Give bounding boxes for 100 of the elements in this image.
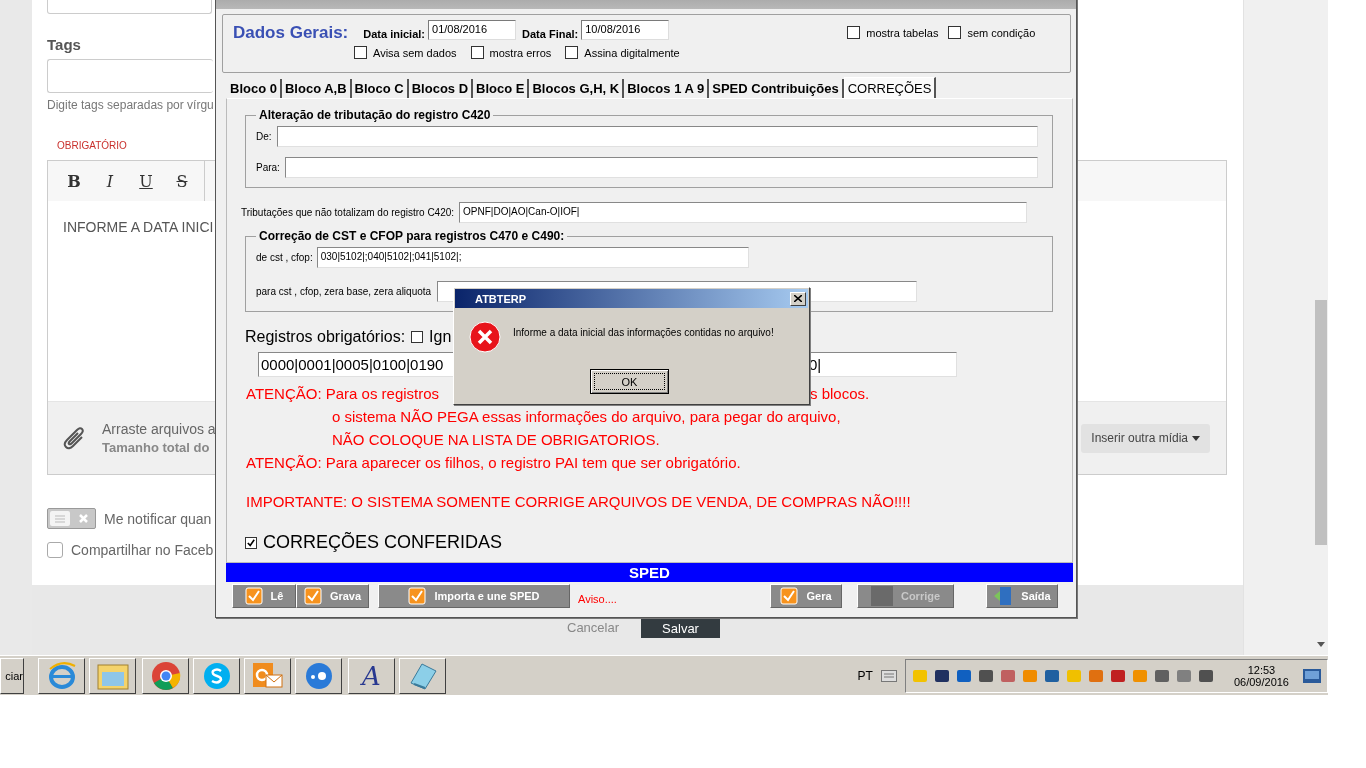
tab[interactable]: SPED Contribuições — [709, 79, 844, 98]
tags-hint: Digite tags separadas por vírgu — [47, 98, 215, 112]
date-field[interactable]: 10/08/2016 — [581, 20, 670, 40]
warning-text: ATENÇÃO: Para os registros — [246, 385, 440, 402]
warning-text: o sistema NÃO PEGA essas informações do arquivo, para pegar do arquivo, — [332, 408, 841, 425]
square-icon — [870, 586, 893, 606]
text-field[interactable]: 030|5102|;040|5102|;041|5102|; — [316, 247, 749, 268]
field-label: De: — [256, 131, 272, 142]
group-title: Alteração de tributação do registro C420 — [258, 108, 492, 122]
save-button[interactable]: Salvar — [641, 619, 721, 638]
warning-text: s blocos. — [810, 385, 870, 402]
dialog-title: ATBTERP — [475, 292, 527, 305]
checkmark-icon — [244, 587, 263, 605]
checkbox[interactable] — [245, 536, 257, 549]
option-label: mostra tabelas — [866, 26, 939, 39]
clock[interactable]: 12:53 06/09/2016 — [1233, 663, 1289, 688]
field-label: de cst , cfop: — [256, 252, 313, 263]
text-field[interactable]: OPNF|DO|AO|Can-O|IOF| — [459, 202, 1028, 223]
chat-bubble-icon — [201, 660, 232, 691]
language-indicator[interactable]: PT — [857, 668, 873, 683]
date-label: Data Final: — [522, 28, 579, 40]
format-button[interactable]: S — [164, 166, 200, 196]
scrollbar[interactable] — [1313, 0, 1328, 655]
status-bar: SPED — [226, 563, 1073, 582]
section-heading: Dados Gerais: — [233, 23, 349, 43]
error-icon — [469, 321, 501, 353]
text-field[interactable] — [284, 157, 1038, 178]
format-button[interactable]: U — [128, 166, 164, 196]
field-label: Para: — [256, 162, 280, 173]
close-icon — [79, 514, 88, 523]
toggle-switch[interactable] — [47, 508, 96, 529]
dialog-message: Informe a data inicial das informações contidas no arquivo! — [513, 327, 774, 340]
scrollbar-thumb[interactable] — [1314, 300, 1327, 545]
close-icon — [794, 295, 802, 302]
checkbox[interactable] — [847, 26, 861, 39]
grip-icon — [55, 514, 65, 523]
checkbox[interactable] — [354, 46, 367, 59]
text-field[interactable] — [47, 0, 212, 14]
warning-text: IMPORTANTE: O SISTEMA SOMENTE CORRIGE ARQUIVOS DE VENDA, DE COMPRAS NÃO!!!! — [246, 493, 911, 510]
taskbar-button[interactable] — [295, 657, 342, 694]
option-label: sem condição — [967, 26, 1036, 39]
taskbar-button[interactable] — [193, 657, 240, 694]
field-label: para cst , cfop, zera base, zera aliquota — [256, 286, 432, 297]
checkmark-icon — [408, 587, 427, 605]
start-button[interactable]: ciar — [0, 657, 24, 694]
option-label: mostra erros — [489, 46, 552, 59]
share-label: Compartilhar no Faceb — [71, 542, 214, 558]
app-letter: A — [362, 660, 381, 691]
taskbar-button[interactable] — [399, 657, 446, 694]
desktop-icon[interactable] — [1303, 668, 1321, 683]
ok-button[interactable]: OK — [590, 369, 669, 394]
field-label: Registros obrigatórios: — [245, 328, 406, 346]
notify-label: Me notificar quan — [104, 510, 212, 527]
clock-time: 12:53 — [1247, 663, 1276, 676]
tab[interactable]: CORREÇÕES — [843, 77, 937, 98]
door-icon — [993, 586, 1014, 606]
taskbar-button[interactable] — [38, 657, 85, 694]
checkbox[interactable] — [948, 26, 962, 39]
globe-icon — [46, 660, 77, 691]
checkbox-label: CORREÇÕES CONFERIDAS — [263, 532, 503, 553]
caret-icon[interactable] — [1316, 642, 1325, 647]
dots-icon — [303, 660, 334, 691]
checkbox[interactable] — [470, 46, 484, 59]
format-button[interactable]: I — [92, 166, 128, 196]
option-label: Avisa sem dados — [373, 46, 457, 59]
tab[interactable]: Bloco 0 — [227, 79, 282, 98]
tags-input[interactable] — [47, 59, 213, 93]
folder-icon — [96, 661, 129, 690]
notice-text: Aviso.... — [578, 593, 618, 605]
taskbar-button[interactable] — [89, 657, 136, 694]
text-field[interactable] — [276, 126, 1038, 147]
chrome-icon — [150, 660, 181, 691]
clock-date: 06/09/2016 — [1233, 675, 1289, 688]
option-label: Assina digitalmente — [584, 46, 680, 59]
format-button[interactable]: B — [56, 166, 92, 196]
checkbox-label: Ign — [429, 328, 452, 346]
attach-text: Arraste arquivos a — [102, 421, 216, 437]
attach-size: Tamanho total do — [102, 440, 211, 455]
checkbox[interactable] — [565, 46, 579, 59]
keyboard-icon[interactable] — [880, 669, 897, 682]
warning-text: NÃO COLOQUE NA LISTA DE OBRIGATORIOS. — [332, 431, 660, 448]
media-button[interactable]: Inserir outra mídia — [1081, 423, 1210, 453]
editor-text: INFORME A DATA INICI — [63, 219, 214, 235]
checkbox[interactable] — [411, 331, 424, 343]
taskbar-button[interactable] — [244, 657, 291, 694]
date-label: Data inicial: — [363, 28, 425, 40]
taskbar-button[interactable]: A — [348, 657, 395, 694]
tab[interactable]: Bloco E — [473, 79, 530, 98]
group-title: Correção de CST e CFOP para registros C470 e C490: — [258, 229, 566, 243]
taskbar-button[interactable] — [142, 657, 189, 694]
field-label: Tributações que não totalizam do registro C420: — [241, 207, 455, 218]
required-label: OBRIGATÓRIO — [57, 140, 127, 151]
warning-text: ATENÇÃO: Para aparecer os filhos, o registro PAI tem que ser obrigatório. — [246, 454, 741, 471]
close-button[interactable] — [790, 291, 806, 306]
field-value: 0000|0001|0005|0100|0190 — [261, 356, 444, 373]
date-field[interactable]: 01/08/2016 — [428, 20, 516, 40]
checkmark-icon — [303, 587, 322, 605]
checkbox[interactable] — [47, 542, 63, 558]
checkmark-icon — [780, 587, 799, 605]
caret-icon — [1192, 435, 1200, 441]
